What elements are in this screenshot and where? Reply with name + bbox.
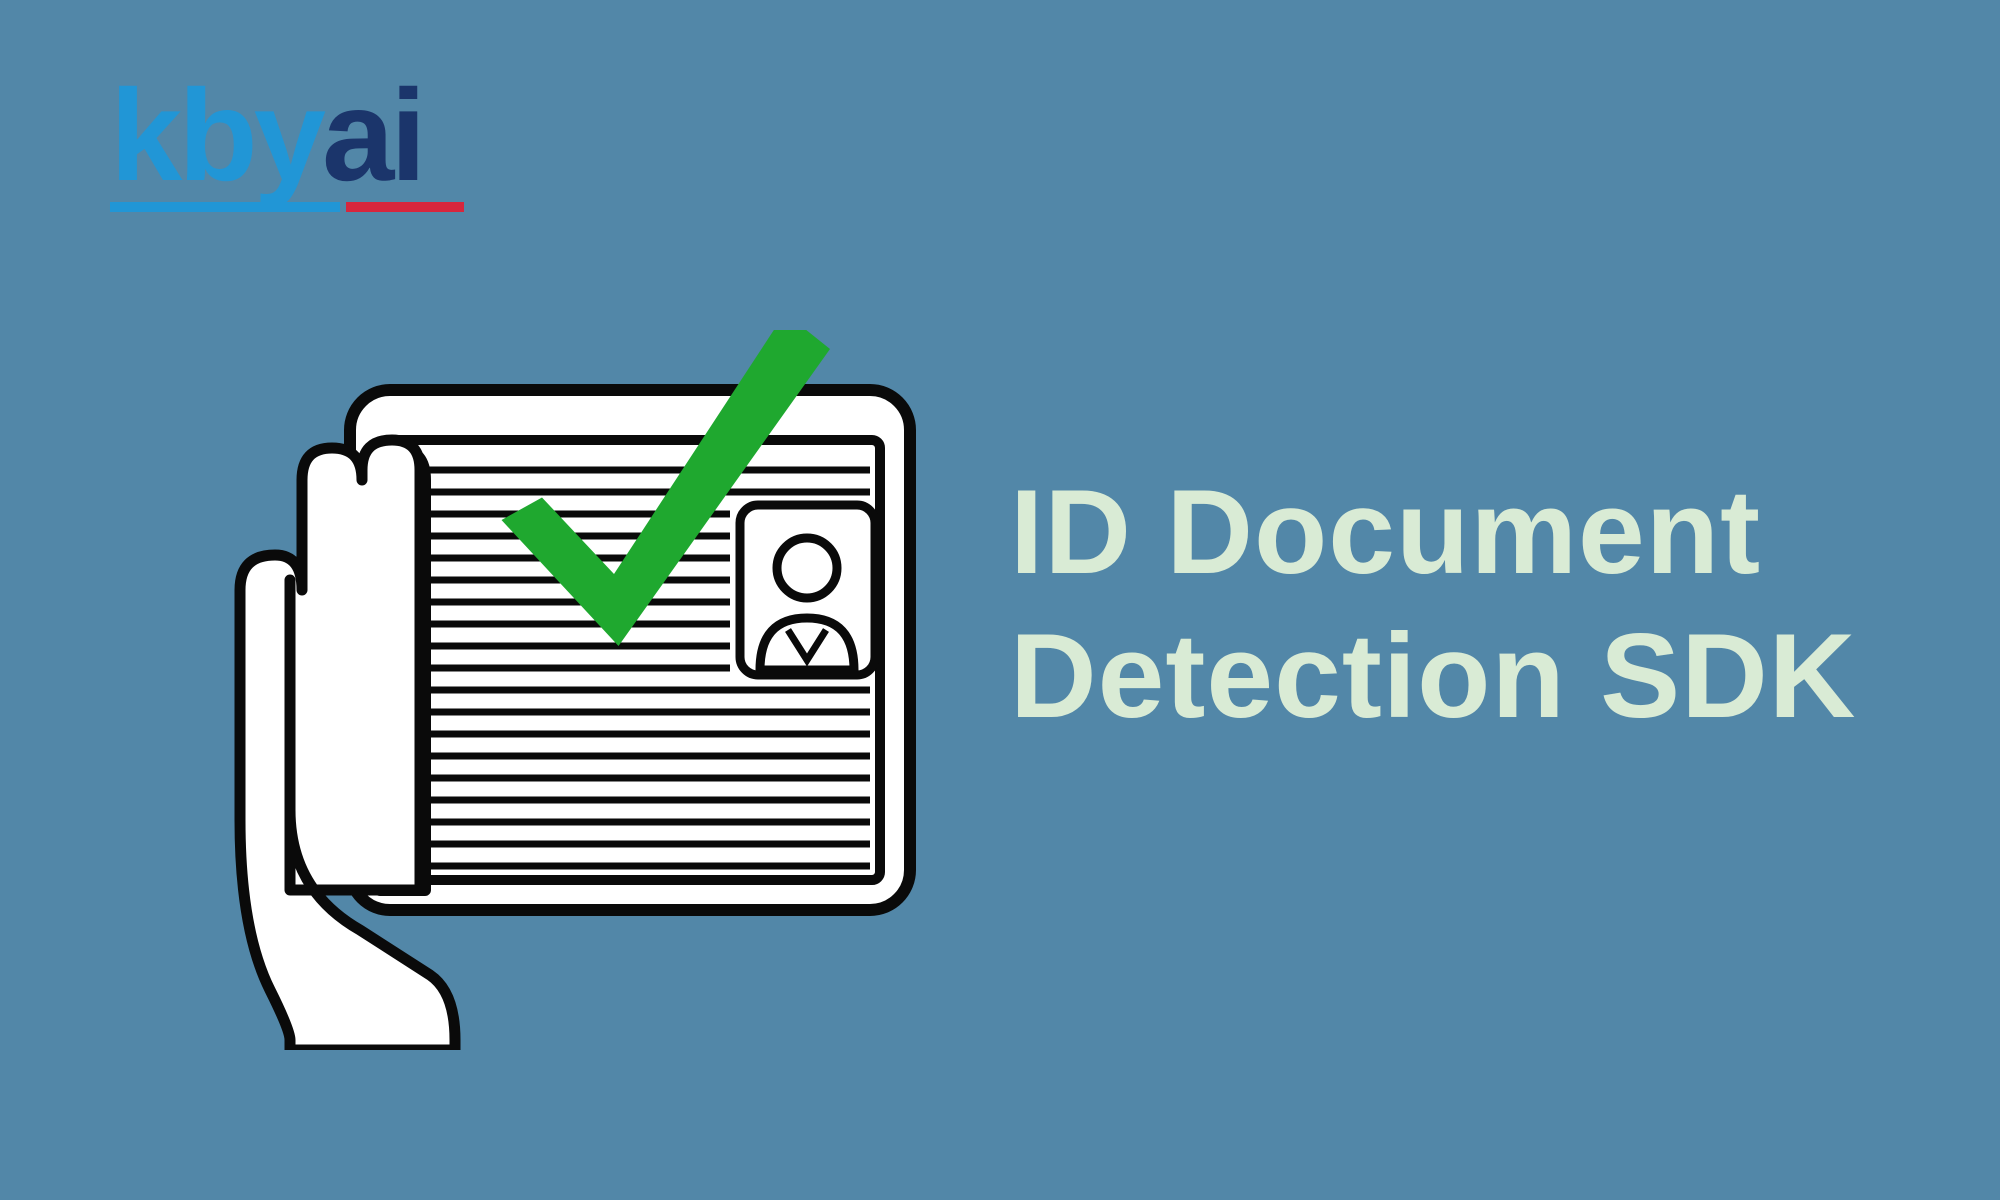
headline-line1: ID Document [1010,460,1856,604]
headline-line2: Detection SDK [1010,604,1856,748]
logo-text-part2: ai [322,62,422,208]
id-card-hand-icon [230,330,950,1050]
logo-underline-blue [110,202,340,212]
logo-underline-red [346,202,464,212]
id-card-illustration [230,330,950,1050]
brand-logo: kbyai [110,70,422,200]
headline: ID Document Detection SDK [1010,460,1856,748]
logo-text-part1: kby [110,62,322,208]
